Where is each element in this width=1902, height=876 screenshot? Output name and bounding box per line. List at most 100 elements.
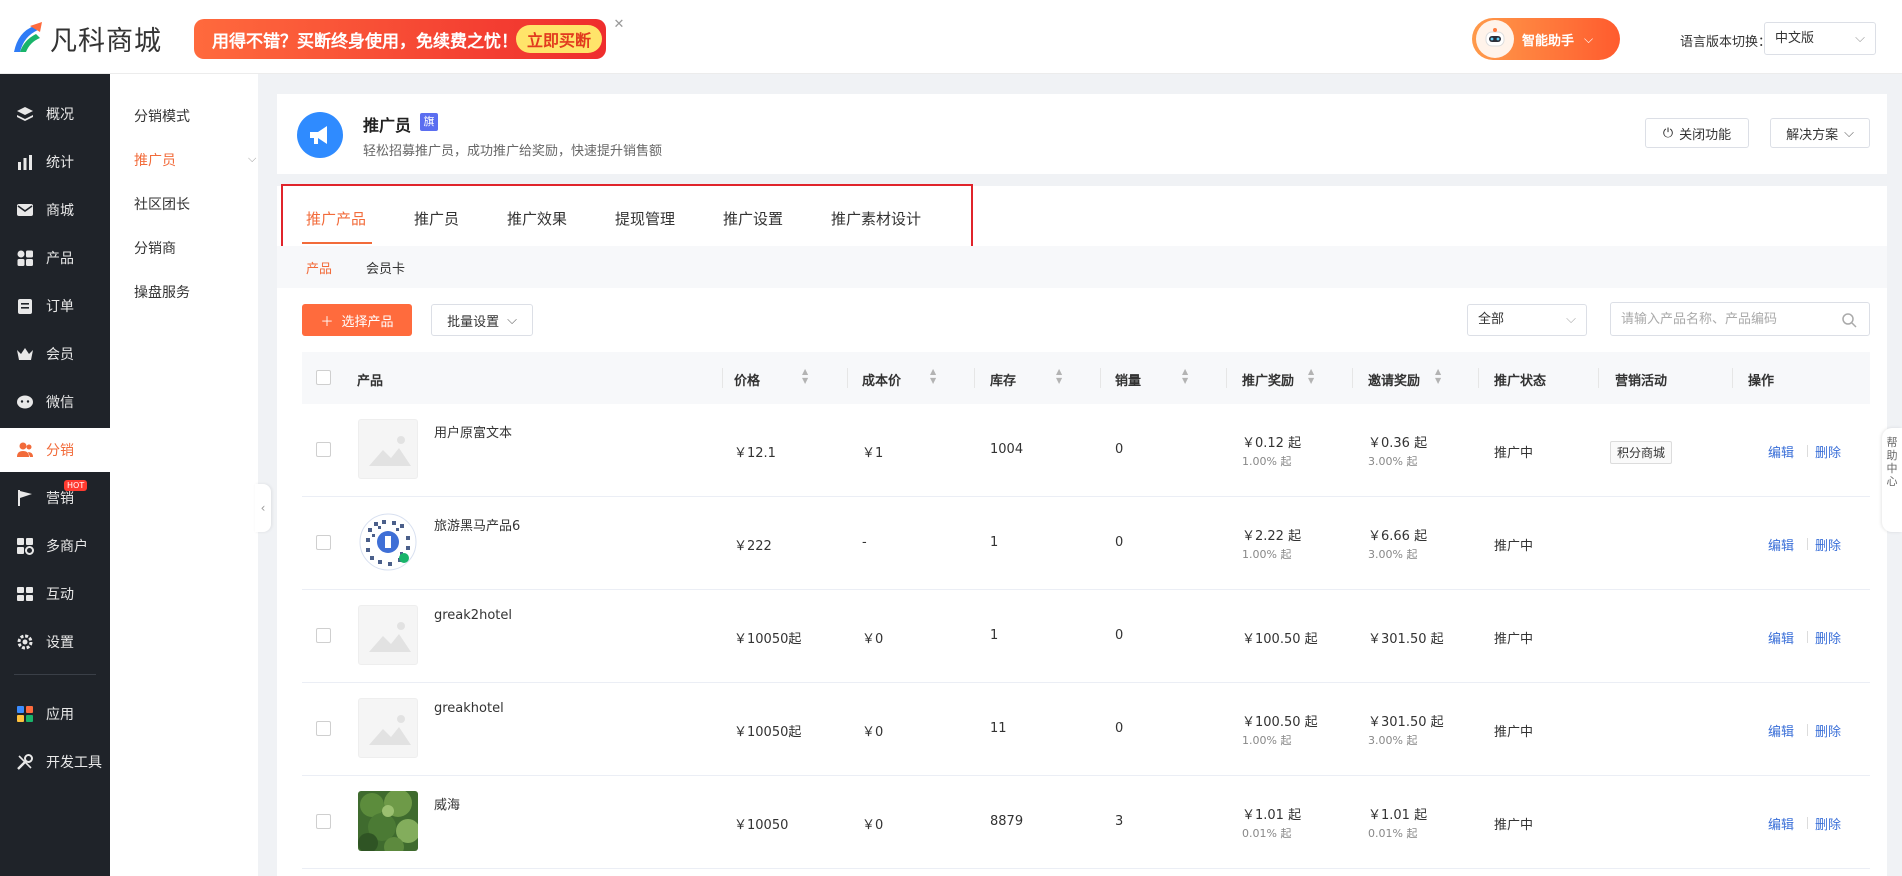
cost-price: ￥0: [862, 818, 884, 833]
table-row: 用户原富文本 ￥12.1 ￥1 1004 0 ￥0.12 起 1.00% 起 ￥…: [302, 404, 1870, 497]
product-name[interactable]: 威海: [434, 794, 460, 813]
buyout-button[interactable]: 立即买断: [516, 25, 602, 53]
sales: 0: [1115, 721, 1124, 736]
chevron-down-icon: ⌵: [1844, 125, 1854, 141]
cost-price: ￥0: [862, 632, 884, 647]
ai-assistant-button[interactable]: 智能助手 ⌵: [1472, 18, 1620, 60]
delete-link[interactable]: 删除: [1815, 442, 1841, 461]
help-center-tab[interactable]: 帮助中心: [1882, 428, 1902, 532]
sidebar-item-marketing[interactable]: 营销 HOT: [0, 476, 110, 520]
select-all-checkbox[interactable]: [316, 370, 331, 385]
tab-promoters[interactable]: 推广员: [414, 208, 459, 229]
sidebar-item-multi-merchant[interactable]: 多商户: [0, 524, 110, 568]
subnav-item-distributor[interactable]: 分销商: [134, 238, 176, 258]
row-checkbox[interactable]: [316, 442, 331, 457]
tab-withdrawal[interactable]: 提现管理: [615, 208, 675, 229]
sort-icon[interactable]: ▲ ▼: [1308, 367, 1314, 385]
tab-promote-products[interactable]: 推广产品: [306, 208, 366, 229]
robot-icon: [1476, 20, 1514, 58]
sidebar-item-wechat[interactable]: 微信: [0, 380, 110, 424]
tab-promotion-materials[interactable]: 推广素材设计: [831, 208, 921, 229]
sidebar-item-apps[interactable]: 应用: [0, 692, 110, 736]
link-divider: [1807, 631, 1808, 643]
sidebar-item-overview[interactable]: 概况: [0, 92, 110, 136]
product-name[interactable]: greak2hotel: [434, 608, 512, 623]
apps-icon: [14, 703, 36, 725]
sidebar-item-label: 多商户: [46, 539, 88, 555]
solutions-button[interactable]: 解决方案 ⌵: [1770, 118, 1870, 148]
edit-link[interactable]: 编辑: [1768, 814, 1794, 833]
brand-logo[interactable]: 凡科商城: [8, 18, 162, 58]
subnav-item-operation-service[interactable]: 操盘服务: [134, 282, 190, 302]
edit-link[interactable]: 编辑: [1768, 721, 1794, 740]
sort-icon[interactable]: ▲ ▼: [1435, 367, 1441, 385]
column-header-invite-reward[interactable]: 邀请奖励: [1368, 370, 1420, 389]
delete-link[interactable]: 删除: [1815, 628, 1841, 647]
close-icon[interactable]: ✕: [612, 18, 626, 32]
subnav-item-promoter[interactable]: 推广员 ⌵: [134, 150, 256, 170]
column-header-sales[interactable]: 销量: [1115, 370, 1141, 389]
sort-icon[interactable]: ▲ ▼: [802, 367, 808, 385]
product-name[interactable]: greakhotel: [434, 701, 504, 716]
subnav-item-community-leader[interactable]: 社区团长: [134, 194, 190, 214]
sort-icon[interactable]: ▲ ▼: [1182, 367, 1188, 385]
tools-icon: [14, 751, 36, 773]
row-checkbox[interactable]: [316, 535, 331, 550]
product-name[interactable]: 用户原富文本: [434, 422, 512, 441]
product-search-input[interactable]: [1610, 302, 1870, 336]
sales: 0: [1115, 442, 1124, 457]
top-bar: 凡科商城 用得不错？买断终身使用，免续费之忧！ 立即买断 ✕ 智能助手 ⌵ 语言…: [0, 0, 1902, 74]
sidebar-item-mall[interactable]: 商城: [0, 188, 110, 232]
subnav-item-distribution-mode[interactable]: 分销模式: [134, 106, 190, 126]
select-products-button[interactable]: ＋ 选择产品: [302, 304, 412, 336]
promotion-status: 推广中: [1494, 446, 1534, 461]
delete-link[interactable]: 删除: [1815, 814, 1841, 833]
column-divider: [1598, 368, 1599, 388]
sidebar-item-products[interactable]: 产品: [0, 236, 110, 280]
batch-settings-dropdown[interactable]: 批量设置 ⌵: [431, 304, 533, 336]
row-checkbox[interactable]: [316, 721, 331, 736]
delete-link[interactable]: 删除: [1815, 535, 1841, 554]
column-header-stock[interactable]: 库存: [990, 370, 1016, 389]
row-checkbox[interactable]: [316, 814, 331, 829]
language-select[interactable]: 中文版 ⌵: [1764, 22, 1876, 55]
invite-reward-percent: 3.00% 起: [1368, 455, 1418, 468]
disable-feature-button[interactable]: ⏻ 关闭功能: [1645, 118, 1749, 148]
price: ￥222: [734, 539, 772, 554]
product-name[interactable]: 旅游黑马产品6: [434, 515, 520, 534]
subtab-products[interactable]: 产品: [306, 258, 332, 277]
delete-link[interactable]: 删除: [1815, 721, 1841, 740]
status-filter-select[interactable]: 全部 ⌵: [1467, 304, 1587, 336]
promotion-reward: ￥100.50 起: [1242, 715, 1318, 730]
sort-icon[interactable]: ▲ ▼: [930, 367, 936, 385]
collapse-sidebar-handle[interactable]: ‹: [255, 484, 271, 532]
subtab-member-card[interactable]: 会员卡: [366, 258, 405, 277]
stock: 1004: [990, 442, 1024, 457]
gear-icon: [14, 631, 36, 653]
logo-text: 凡科商城: [50, 25, 162, 57]
tab-promotion-effect[interactable]: 推广效果: [507, 208, 567, 229]
edit-link[interactable]: 编辑: [1768, 535, 1794, 554]
column-header-price[interactable]: 价格: [734, 370, 760, 389]
sidebar-item-interaction[interactable]: 互动: [0, 572, 110, 616]
promo-banner[interactable]: 用得不错？买断终身使用，免续费之忧！ 立即买断: [194, 19, 606, 59]
language-value: 中文版: [1775, 31, 1815, 46]
sidebar-item-dev-tools[interactable]: 开发工具: [0, 740, 110, 784]
language-label: 语言版本切换：: [1680, 35, 1772, 50]
sidebar-item-stats[interactable]: 统计: [0, 140, 110, 184]
sidebar-item-members[interactable]: 会员: [0, 332, 110, 376]
tab-promotion-settings[interactable]: 推广设置: [723, 208, 783, 229]
sort-icon[interactable]: ▲ ▼: [1056, 367, 1062, 385]
cost-price: ￥1: [862, 446, 884, 461]
table-row: greakhotel ￥10050起 ￥0 11 0 ￥100.50 起 1.0…: [302, 683, 1870, 776]
edit-link[interactable]: 编辑: [1768, 628, 1794, 647]
stock: 11: [990, 721, 1007, 736]
edit-link[interactable]: 编辑: [1768, 442, 1794, 461]
column-header-cost[interactable]: 成本价: [862, 370, 901, 389]
search-icon[interactable]: [1841, 312, 1857, 328]
column-header-promotion-reward[interactable]: 推广奖励: [1242, 370, 1294, 389]
sidebar-item-settings[interactable]: 设置: [0, 620, 110, 664]
sidebar-item-distribution[interactable]: 分销: [0, 428, 110, 472]
row-checkbox[interactable]: [316, 628, 331, 643]
sidebar-item-orders[interactable]: 订单: [0, 284, 110, 328]
